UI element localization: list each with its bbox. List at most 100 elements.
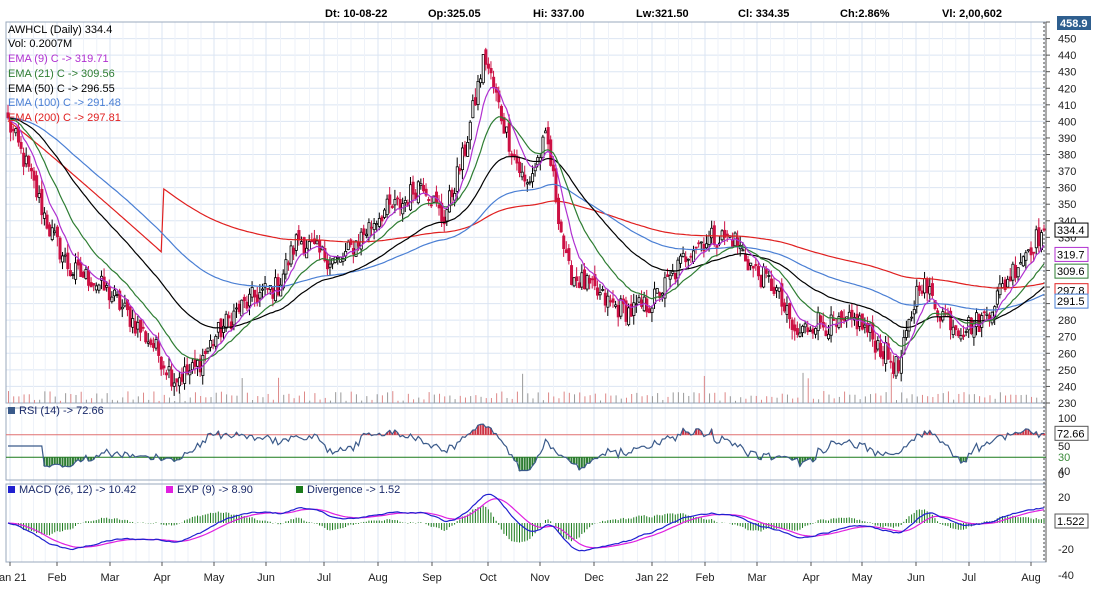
candle-body [884, 342, 888, 364]
candle-body [917, 285, 921, 291]
ema9-legend: EMA (9) C -> 319.71 [8, 53, 109, 65]
candle-body [559, 221, 563, 233]
volume-bar [262, 397, 264, 403]
candle-body [941, 311, 945, 321]
volume-bar [797, 397, 799, 403]
volume-bar [1005, 395, 1007, 403]
candle-body [564, 249, 568, 254]
candle-body [481, 54, 485, 84]
volume-bar [506, 397, 508, 403]
volume-bar [916, 396, 918, 403]
volume-bar [464, 397, 466, 403]
volume-bar [657, 393, 659, 403]
volume-bars [8, 372, 1043, 403]
candle-body [608, 300, 612, 303]
volume-bar [350, 391, 352, 403]
candle-body [528, 181, 532, 184]
candle-body [951, 326, 955, 336]
volume-bar [1036, 397, 1038, 403]
candle-body [744, 254, 748, 262]
candle-body [899, 356, 903, 374]
candle-body [79, 262, 83, 277]
volume-bar [812, 398, 814, 403]
volume-bar [651, 396, 653, 403]
header-close: Cl: 334.35 [738, 8, 790, 20]
candle-body [897, 360, 901, 372]
volume-bar [688, 395, 690, 403]
volume-label: Vol: 0.2007M [8, 38, 73, 50]
volume-bar [485, 398, 487, 403]
candle-body [920, 290, 924, 294]
volume-bar [345, 400, 347, 403]
candle-body [964, 331, 968, 333]
volume-bar [18, 396, 20, 403]
ohlc-header: Dt: 10-08-22 Op:325.05 Hi: 337.00 Lw:321… [0, 0, 1102, 24]
x-tick-label: Mar [101, 572, 120, 584]
exp-legend: EXP (9) -> 8.90 [166, 484, 253, 496]
candle-body [512, 154, 516, 156]
x-tick-label: Dec [584, 572, 604, 584]
volume-bar [953, 399, 955, 403]
candle-body [531, 173, 535, 183]
candle-body [925, 279, 929, 294]
candle-body [136, 321, 140, 330]
candle-body [930, 283, 934, 296]
candle-body [725, 233, 729, 236]
candle-body [505, 126, 509, 133]
header-low: Lw:321.50 [636, 8, 689, 20]
volume-bar [911, 394, 913, 403]
volume-bar [454, 399, 456, 403]
candle-body [274, 277, 278, 302]
candle-body [310, 240, 314, 242]
candle-body [177, 377, 181, 387]
candle-body [570, 265, 574, 285]
candle-body [250, 287, 254, 298]
volume-bar [553, 396, 555, 403]
volume-bar [106, 393, 108, 403]
volume-bar [480, 396, 482, 403]
candle-body [702, 244, 706, 252]
candle-body [956, 330, 960, 337]
candle-body [110, 296, 114, 303]
candle-body [692, 250, 696, 262]
candle-body [370, 226, 374, 229]
volume-bar [148, 399, 150, 403]
candle-body [24, 155, 28, 165]
candle-body [307, 240, 311, 251]
candle-body [383, 209, 387, 218]
volume-bar [548, 392, 550, 403]
volume-bar [849, 394, 851, 403]
volume-bar [428, 392, 430, 403]
candle-body [94, 285, 98, 291]
volume-bar [786, 394, 788, 403]
candle-body [476, 80, 480, 105]
volume-bar [750, 395, 752, 403]
exp-swatch-icon [166, 486, 173, 493]
candle-body [377, 218, 381, 227]
candle-body [211, 344, 215, 346]
candle-body [798, 332, 802, 337]
volume-bar [1041, 400, 1043, 403]
x-tick-label: Jul [962, 572, 976, 584]
candle-body [390, 205, 394, 208]
candle-body [479, 78, 483, 84]
volume-bar [8, 391, 9, 403]
candle-body [601, 289, 605, 291]
price-tick-label: 350 [1058, 199, 1076, 211]
candle-body [567, 248, 571, 261]
volume-bar [625, 397, 627, 403]
candle-body [255, 294, 259, 303]
candle-body [123, 302, 127, 307]
candle-body [40, 188, 44, 216]
candle-body [1011, 263, 1015, 281]
candle-body [588, 277, 592, 284]
price-tick-label: 430 [1058, 67, 1076, 79]
candle-body [107, 287, 111, 301]
candle-body [907, 318, 911, 332]
candle-body [832, 318, 836, 321]
candle-body [328, 263, 332, 268]
candle-body [97, 284, 101, 291]
candle-body [824, 330, 828, 336]
candle-body [816, 312, 820, 332]
volume-bar [194, 392, 196, 403]
